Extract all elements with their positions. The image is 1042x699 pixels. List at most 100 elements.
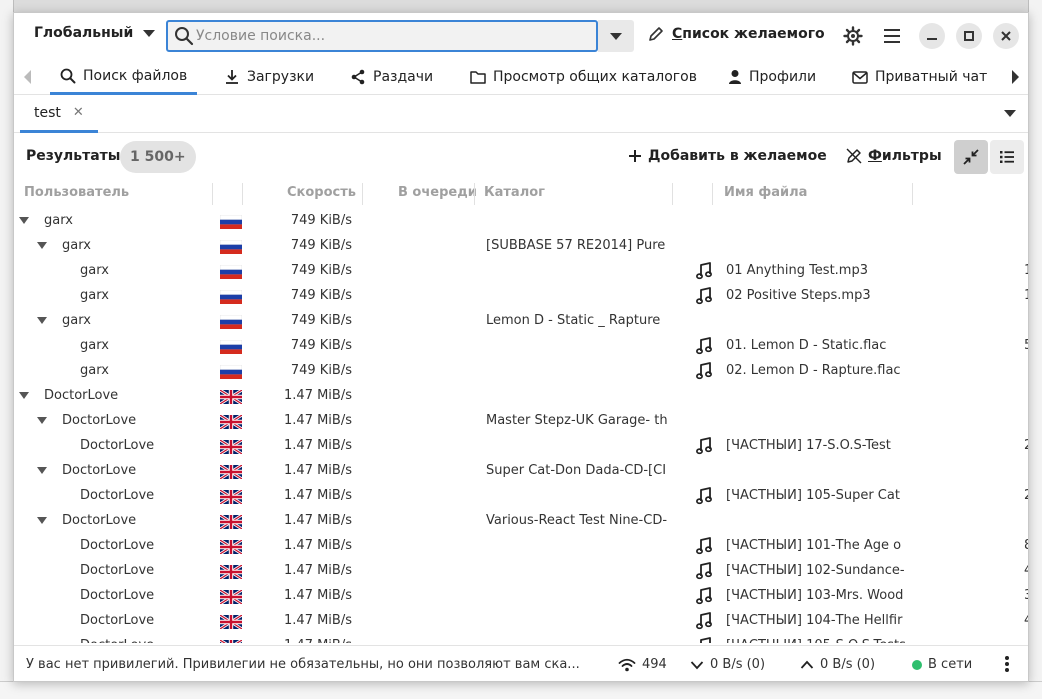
column-separator[interactable] (912, 183, 913, 205)
row-file-icon (696, 337, 712, 355)
row-size: 2 (1024, 488, 1028, 503)
column-separator[interactable] (474, 183, 475, 205)
chevron-down-icon[interactable] (1004, 110, 1016, 117)
tab-shares[interactable]: Раздачи (340, 59, 443, 95)
online-status[interactable]: В сети (912, 657, 972, 672)
table-row[interactable]: garx 749 KiB/s [SUBBASE 57 RE2014] Pure (14, 234, 1028, 259)
settings-button[interactable] (842, 25, 864, 47)
add-to-wishlist-button[interactable]: Добавить в желаемое (628, 148, 827, 164)
close-button[interactable] (993, 23, 1019, 49)
table-row[interactable]: garx 749 KiB/s 02. Lemon D - Rapture.flac (14, 359, 1028, 384)
search-tab-test[interactable]: test ✕ (20, 95, 98, 133)
table-row[interactable]: DoctorLove 1.47 MiB/s Super Cat-Don Dada-C… (14, 459, 1028, 484)
table-row[interactable]: garx 749 KiB/s 02 Positive Steps.mp3 1 (14, 284, 1028, 309)
expander-chevron-down-icon[interactable] (37, 242, 47, 249)
table-row[interactable]: DoctorLove 1.47 MiB/s [ЧАСТНЫЙ] 105-S.O.S-… (14, 634, 1028, 643)
tabs-scroll-left-icon[interactable] (24, 70, 31, 84)
row-file-icon (696, 362, 712, 380)
row-user: DoctorLove (80, 638, 154, 643)
search-history-button[interactable] (598, 20, 634, 52)
chevron-up-icon (800, 660, 814, 669)
expander-chevron-down-icon[interactable] (37, 467, 47, 474)
row-size: 1 (1024, 263, 1028, 278)
expander-chevron-down-icon[interactable] (37, 517, 47, 524)
upload-speed-indicator[interactable]: 0 B/s (0) (800, 657, 875, 672)
search-input[interactable] (196, 24, 592, 48)
collapse-view-button[interactable] (954, 140, 988, 174)
wishlist-button[interactable]: Список желаемого (648, 26, 825, 42)
add-to-wishlist-label: Добавить в желаемое (648, 148, 827, 164)
maximize-button[interactable] (956, 23, 982, 49)
column-header-user[interactable]: Пользователь (24, 185, 129, 200)
row-user: DoctorLove (80, 588, 155, 603)
more-menu-button[interactable] (1004, 655, 1010, 673)
row-user: DoctorLove (80, 538, 155, 553)
row-size: 4 (1024, 613, 1028, 628)
tab-label: Загрузки (247, 69, 315, 85)
expander-chevron-down-icon[interactable] (37, 317, 47, 324)
column-header-speed[interactable]: Скорость (287, 185, 356, 200)
tab-label: Просмотр общих каталогов (493, 69, 697, 85)
share-icon (351, 69, 365, 85)
tab-downloads[interactable]: Загрузки (214, 59, 324, 95)
tab-label: Поиск файлов (83, 67, 188, 84)
tab-browse-shares[interactable]: Просмотр общих каталогов (460, 59, 707, 95)
uk-flag-icon (220, 490, 242, 504)
tab-private-chat[interactable]: Приватный чат (842, 59, 997, 95)
uk-flag-icon (220, 590, 242, 604)
row-file-icon (696, 487, 712, 505)
row-speed: 1.47 MiB/s (284, 513, 352, 528)
tab-search[interactable]: Поиск файлов (50, 59, 198, 95)
expander-chevron-down-icon[interactable] (19, 392, 29, 399)
table-row[interactable]: DoctorLove 1.47 MiB/s [ЧАСТНЫЙ] 105-Super … (14, 484, 1028, 509)
column-header-filename[interactable]: Имя файла (724, 185, 807, 200)
table-row[interactable]: DoctorLove 1.47 MiB/s Various-React Test N… (14, 509, 1028, 534)
table-row[interactable]: DoctorLove 1.47 MiB/s [ЧАСТНЫЙ] 17-S.O.S-T… (14, 434, 1028, 459)
table-row[interactable]: DoctorLove 1.47 MiB/s [ЧАСТНЫЙ] 102-Sundan… (14, 559, 1028, 584)
tab-profiles[interactable]: Профили (718, 59, 826, 95)
column-header-queue[interactable]: В очереди (398, 185, 477, 200)
music-file-icon (696, 487, 712, 505)
table-row[interactable]: DoctorLove 1.47 MiB/s [ЧАСТНЫЙ] 104-The He… (14, 609, 1028, 634)
row-user: garx (44, 213, 73, 228)
table-row[interactable]: DoctorLove 1.47 MiB/s Master Stepz-UK Gara… (14, 409, 1028, 434)
minimize-button[interactable] (919, 23, 945, 49)
privilege-message: У вас нет привилегий. Привилегии не обяз… (26, 657, 580, 672)
row-flag (220, 440, 242, 454)
column-header-folder[interactable]: Каталог (484, 185, 545, 200)
menu-button[interactable] (881, 25, 903, 47)
row-flag (220, 215, 242, 229)
table-row[interactable]: garx 749 KiB/s 01. Lemon D - Static.flac 5 (14, 334, 1028, 359)
column-separator[interactable] (672, 183, 673, 205)
collapse-icon (963, 149, 979, 165)
row-speed: 1.47 MiB/s (284, 438, 352, 453)
scope-selector[interactable]: Глобальный (34, 25, 156, 41)
tabs-scroll-right-icon[interactable] (1012, 70, 1019, 84)
row-speed: 1.47 MiB/s (284, 638, 352, 643)
expander-chevron-down-icon[interactable] (19, 217, 29, 224)
table-row[interactable]: garx 749 KiB/s Lemon D - Static _ Rapture (14, 309, 1028, 334)
toolbar: Глобальный Список желаемого (14, 13, 1028, 59)
row-file-icon (696, 262, 712, 280)
uk-flag-icon (220, 565, 242, 579)
table-row[interactable]: DoctorLove 1.47 MiB/s [ЧАСТНЫЙ] 101-The Ag… (14, 534, 1028, 559)
column-separator[interactable] (242, 183, 243, 205)
row-file-icon (696, 612, 712, 630)
download-speed-indicator[interactable]: 0 B/s (0) (690, 657, 765, 672)
table-row[interactable]: DoctorLove 1.47 MiB/s (14, 384, 1028, 409)
connections-indicator[interactable]: 494 (618, 657, 667, 672)
filters-button[interactable]: Фильтры (846, 148, 942, 164)
search-box[interactable] (166, 20, 598, 52)
column-separator[interactable] (212, 183, 213, 205)
expander-chevron-down-icon[interactable] (37, 417, 47, 424)
uk-flag-icon (220, 615, 242, 629)
table-row[interactable]: DoctorLove 1.47 MiB/s [ЧАСТНЫЙ] 103-Mrs. W… (14, 584, 1028, 609)
close-icon[interactable]: ✕ (73, 105, 84, 120)
row-speed: 749 KiB/s (290, 238, 352, 253)
table-row[interactable]: garx 749 KiB/s 01 Anything Test.mp3 1 (14, 259, 1028, 284)
table-row[interactable]: garx 749 KiB/s (14, 209, 1028, 234)
column-separator[interactable] (712, 183, 713, 205)
tab-label: Раздачи (373, 69, 434, 85)
list-view-button[interactable] (990, 140, 1024, 174)
column-separator[interactable] (362, 183, 363, 205)
